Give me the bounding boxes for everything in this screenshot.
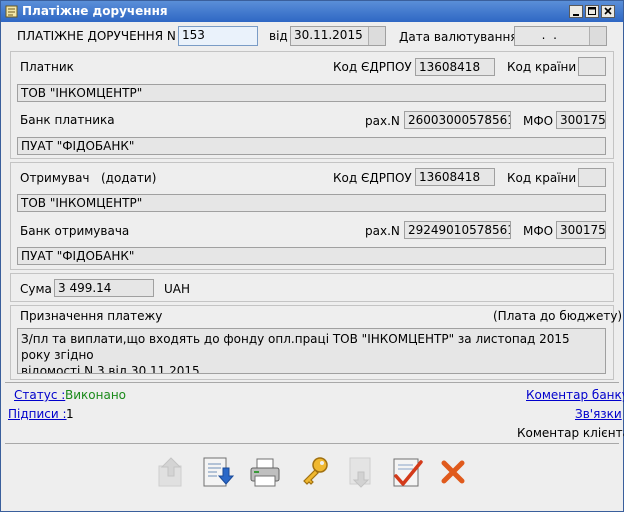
links-link[interactable]: Зв'язки — [575, 407, 622, 421]
date-from-label: від — [269, 29, 288, 43]
status-divider — [5, 382, 619, 383]
payer-edrpou-label: Код ЄДРПОУ — [333, 60, 412, 74]
doc-number-label: ПЛАТІЖНЕ ДОРУЧЕННЯ N — [17, 29, 176, 43]
doc-number-field[interactable]: 153 — [178, 26, 258, 46]
signatures-link[interactable]: Підписи : — [8, 407, 67, 421]
payer-mfo-field[interactable]: 300175 — [556, 111, 606, 129]
export-document-icon — [349, 457, 371, 488]
recipient-edrpou-label: Код ЄДРПОУ — [333, 171, 412, 185]
recipient-edrpou-field[interactable]: 13608418 — [415, 168, 495, 186]
recipient-bank-name-field[interactable]: ПУАТ "ФІДОБАНК" — [17, 247, 606, 265]
export-document-button[interactable] — [343, 454, 379, 490]
recipient-name-field[interactable]: ТОВ "ІНКОМЦЕНТР" — [17, 194, 606, 212]
print-button[interactable] — [247, 454, 283, 490]
minimize-button[interactable] — [569, 5, 583, 18]
payer-edrpou-field[interactable]: 13608418 — [415, 58, 495, 76]
value-date-value: . . — [534, 28, 557, 42]
purpose-textarea[interactable]: З/пл та виплати,що входять до фонду опл.… — [17, 328, 606, 374]
send-up-icon — [158, 457, 182, 487]
title-bar: Платіжне доручення — [1, 1, 623, 22]
maximize-icon — [588, 7, 596, 15]
status-link[interactable]: Статус : — [14, 388, 65, 402]
payer-account-field[interactable]: 26003000578561 — [404, 111, 511, 129]
payment-order-window: Платіжне доручення ПЛАТІЖНЕ ДОРУЧЕННЯ N … — [0, 0, 624, 512]
date-field[interactable]: 30.11.2015 — [290, 26, 386, 46]
app-icon — [5, 5, 18, 18]
print-icon — [250, 458, 280, 487]
payer-country-field[interactable] — [578, 57, 606, 76]
purpose-line-1: З/пл та виплати,що входять до фонду опл.… — [21, 332, 570, 362]
value-date-label: Дата валютування — [399, 30, 518, 44]
date-calendar-button[interactable] — [368, 27, 385, 45]
purpose-label: Призначення платежу — [20, 309, 163, 323]
payer-mfo-label: МФО — [523, 114, 554, 128]
payer-account-label: рах.N — [365, 114, 400, 128]
maximize-button[interactable] — [585, 5, 599, 18]
client-comment-label[interactable]: Коментар клієнта — [517, 426, 624, 440]
recipient-country-label: Код країни — [507, 171, 577, 185]
recipient-country-field[interactable] — [578, 168, 606, 187]
payer-bank-name-field[interactable]: ПУАТ "ФІДОБАНК" — [17, 137, 606, 155]
payer-label: Платник — [20, 60, 74, 74]
value-date-field[interactable]: . . — [514, 26, 607, 46]
checkmark-icon — [393, 458, 423, 487]
delete-button[interactable] — [435, 454, 471, 490]
status-value: Виконано — [65, 388, 127, 402]
send-up-button[interactable] — [153, 454, 189, 490]
window-title: Платіжне доручення — [22, 4, 168, 18]
payer-name-field[interactable]: ТОВ "ІНКОМЦЕНТР" — [17, 84, 606, 102]
key-sign-icon — [303, 457, 328, 485]
amount-field[interactable]: 3 499.14 — [54, 279, 154, 297]
toolbar-divider — [5, 443, 619, 444]
recipient-mfo-label: МФО — [523, 224, 554, 238]
value-date-calendar-button[interactable] — [589, 27, 606, 45]
recipient-mfo-field[interactable]: 300175 — [556, 221, 606, 239]
payer-bank-label: Банк платника — [20, 113, 115, 127]
signatures-value: 1 — [66, 407, 74, 421]
recipient-account-label: рах.N — [365, 224, 400, 238]
budget-payment-label: (Плата до бюджету) — [493, 309, 623, 323]
recipient-bank-label: Банк отримувача — [20, 224, 130, 238]
accept-button[interactable] — [389, 454, 425, 490]
import-document-icon — [203, 457, 235, 487]
bank-comment-link[interactable]: Коментар банку — [526, 388, 624, 402]
purpose-line-2: відомості N 3 від 30.11.2015 — [21, 364, 200, 374]
delete-x-icon — [441, 460, 465, 484]
date-value: 30.11.2015 — [294, 28, 363, 42]
recipient-account-field[interactable]: 29249010578561 — [404, 221, 511, 239]
recipient-label: Отримувач (додати) — [20, 171, 157, 185]
close-icon — [604, 7, 612, 15]
sign-key-button[interactable] — [297, 454, 333, 490]
import-document-button[interactable] — [199, 454, 235, 490]
amount-label: Сума — [20, 282, 52, 296]
minimize-icon — [573, 14, 579, 16]
close-button[interactable] — [601, 5, 615, 18]
currency-label: UAH — [164, 282, 191, 296]
payer-country-label: Код країни — [507, 60, 577, 74]
